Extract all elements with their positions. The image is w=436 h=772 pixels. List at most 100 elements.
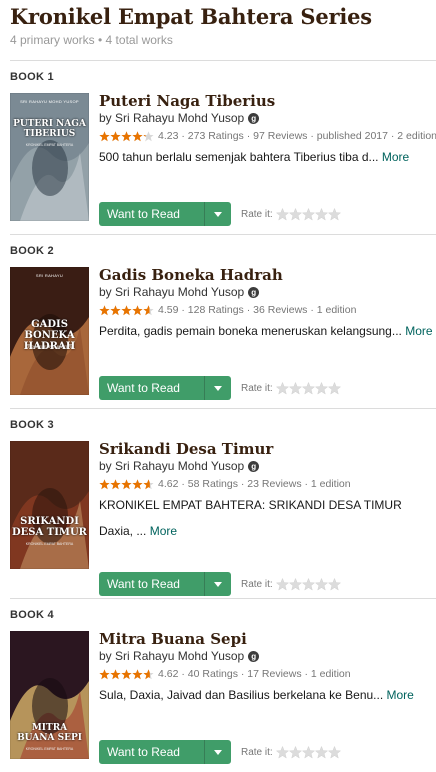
cover-series-text: KRONIKEL EMPAT BAHTERA — [25, 747, 74, 751]
rate-star-icon[interactable] — [327, 207, 341, 221]
book-description: KRONIKEL EMPAT BAHTERA: SRIKANDI DESA TI… — [99, 497, 436, 513]
more-link[interactable]: More — [382, 150, 409, 164]
rating-star-icon — [99, 304, 110, 316]
cover-title-text: SRIKANDI DESA TIMUR — [12, 516, 87, 538]
rate-star-icon[interactable] — [288, 745, 302, 759]
author-link[interactable]: Sri Rahayu Mohd Yusop — [115, 649, 244, 664]
rating-star-icon — [121, 668, 132, 680]
want-to-read-button-group: Want to Read — [99, 740, 231, 764]
rate-it-label: Rate it: — [241, 382, 273, 394]
goodreads-author-badge-icon: g — [248, 113, 260, 124]
by-label: by — [99, 111, 112, 125]
series-title: Kronikel Empat Bahtera Series — [10, 4, 372, 29]
rating-star-icon — [99, 130, 110, 142]
rate-star-icon[interactable] — [314, 577, 328, 591]
book-cover[interactable]: SRIKANDI DESA TIMUR KRONIKEL EMPAT BAHTER… — [10, 441, 89, 569]
book-cover[interactable]: SRI RAHAYU GADIS BONEKA HADRAH KRONIKEL EM… — [10, 267, 89, 395]
author-link[interactable]: Sri Rahayu Mohd Yusop — [115, 111, 244, 126]
more-link[interactable]: More — [150, 524, 177, 538]
book-info: Mitra Buana Sepi by Sri Rahayu Mohd Yusop… — [99, 630, 436, 764]
book-entry: BOOK 4 MITRA BUANA SEPI KRONIKEL EMPAT BAH… — [10, 599, 436, 772]
stats-text: 4.23 · 273 Ratings · 97 Reviews · publis… — [158, 130, 436, 142]
book-title-link[interactable]: Mitra Buana Sepi — [99, 630, 436, 648]
cover-title-text: PUTERI NAGA TIBERIUS — [13, 119, 86, 139]
goodreads-author-badge-icon: g — [248, 651, 260, 662]
rate-it-stars — [275, 207, 341, 221]
rating-star-icon — [121, 478, 132, 490]
rate-star-icon[interactable] — [301, 745, 315, 759]
rate-star-icon[interactable] — [288, 577, 302, 591]
more-link[interactable]: More — [387, 688, 414, 702]
cover-author-text: SRI RAHAYU — [35, 273, 64, 278]
description-text: 500 tahun berlalu semenjak bahtera Tiber… — [99, 150, 379, 164]
want-to-read-button-group: Want to Read — [99, 572, 231, 596]
rate-star-icon[interactable] — [301, 381, 315, 395]
shelf-dropdown-button[interactable] — [204, 376, 231, 400]
rate-star-icon[interactable] — [275, 207, 289, 221]
book-description: Sula, Daxia, Jaivad dan Basilius berkela… — [99, 687, 436, 703]
want-to-read-button[interactable]: Want to Read — [99, 376, 204, 400]
stats-text: 4.59 · 128 Ratings · 36 Reviews · 1 edit… — [158, 304, 357, 316]
by-label: by — [99, 649, 112, 663]
rate-star-icon[interactable] — [288, 381, 302, 395]
want-to-read-button[interactable]: Want to Read — [99, 202, 204, 226]
goodreads-author-badge-icon: g — [248, 287, 260, 298]
author-link[interactable]: Sri Rahayu Mohd Yusop — [115, 459, 244, 474]
book-cover[interactable]: MITRA BUANA SEPI KRONIKEL EMPAT BAHTERA — [10, 631, 89, 759]
rate-it-label: Rate it: — [241, 208, 273, 220]
rate-star-icon[interactable] — [301, 577, 315, 591]
book-entry: BOOK 3 SRIKANDI DESA TIMUR KRONIKEL EMPAT … — [10, 409, 436, 598]
rate-star-icon[interactable] — [275, 745, 289, 759]
rating-star-icon — [132, 668, 143, 680]
rate-star-icon[interactable] — [275, 577, 289, 591]
book-title-link[interactable]: Puteri Naga Tiberius — [99, 92, 436, 110]
book-stats: 4.23 · 273 Ratings · 97 Reviews · publis… — [99, 129, 436, 143]
shelf-dropdown-button[interactable] — [204, 202, 231, 226]
series-page: Kronikel Empat Bahtera Series 4 primary … — [0, 0, 436, 772]
want-to-read-button[interactable]: Want to Read — [99, 572, 204, 596]
rating-star-icon — [99, 478, 110, 490]
description-text: KRONIKEL EMPAT BAHTERA: SRIKANDI DESA TI… — [99, 498, 402, 512]
book-info: Puteri Naga Tiberius by Sri Rahayu Mohd Y… — [99, 92, 436, 226]
author-line: by Sri Rahayu Mohd Yusop g — [99, 459, 436, 474]
rating-star-icon — [110, 668, 121, 680]
rate-star-icon[interactable] — [327, 381, 341, 395]
rating-star-icon — [132, 304, 143, 316]
book-actions: Want to Read Rate it: — [99, 376, 341, 400]
shelf-dropdown-button[interactable] — [204, 740, 231, 764]
rating-star-icon — [99, 668, 110, 680]
description-text: Sula, Daxia, Jaivad dan Basilius berkela… — [99, 688, 384, 702]
cover-title-text: MITRA BUANA SEPI — [17, 723, 82, 743]
stats-text: 4.62 · 58 Ratings · 23 Reviews · 1 editi… — [158, 478, 351, 490]
rate-it-stars — [275, 745, 341, 759]
rating-star-icon — [121, 304, 132, 316]
book-title-link[interactable]: Gadis Boneka Hadrah — [99, 266, 436, 284]
author-line: by Sri Rahayu Mohd Yusop g — [99, 285, 436, 300]
book-actions: Want to Read Rate it: — [99, 572, 341, 596]
rating-star-icon — [143, 304, 154, 316]
rate-star-icon[interactable] — [301, 207, 315, 221]
book-info: Srikandi Desa Timur by Sri Rahayu Mohd Yu… — [99, 440, 436, 596]
more-link[interactable]: More — [405, 324, 432, 338]
want-to-read-button[interactable]: Want to Read — [99, 740, 204, 764]
shelf-dropdown-button[interactable] — [204, 572, 231, 596]
book-cover[interactable]: SRI RAHAYU MOHD YUSOP PUTERI NAGA TIBERIU… — [10, 93, 89, 221]
rate-star-icon[interactable] — [327, 745, 341, 759]
rate-star-icon[interactable] — [314, 745, 328, 759]
book-title-link[interactable]: Srikandi Desa Timur — [99, 440, 436, 458]
rating-star-icon — [132, 130, 143, 142]
want-to-read-button-group: Want to Read — [99, 376, 231, 400]
chevron-down-icon — [214, 385, 222, 391]
want-to-read-button-group: Want to Read — [99, 202, 231, 226]
rate-star-icon[interactable] — [314, 381, 328, 395]
rate-star-icon[interactable] — [275, 381, 289, 395]
rate-star-icon[interactable] — [288, 207, 302, 221]
rating-star-icon — [110, 130, 121, 142]
rate-star-icon[interactable] — [327, 577, 341, 591]
stats-text: 4.62 · 40 Ratings · 17 Reviews · 1 editi… — [158, 668, 351, 680]
average-rating-stars — [99, 668, 154, 680]
rating-star-icon — [110, 478, 121, 490]
chevron-down-icon — [214, 581, 222, 587]
rate-star-icon[interactable] — [314, 207, 328, 221]
author-link[interactable]: Sri Rahayu Mohd Yusop — [115, 285, 244, 300]
